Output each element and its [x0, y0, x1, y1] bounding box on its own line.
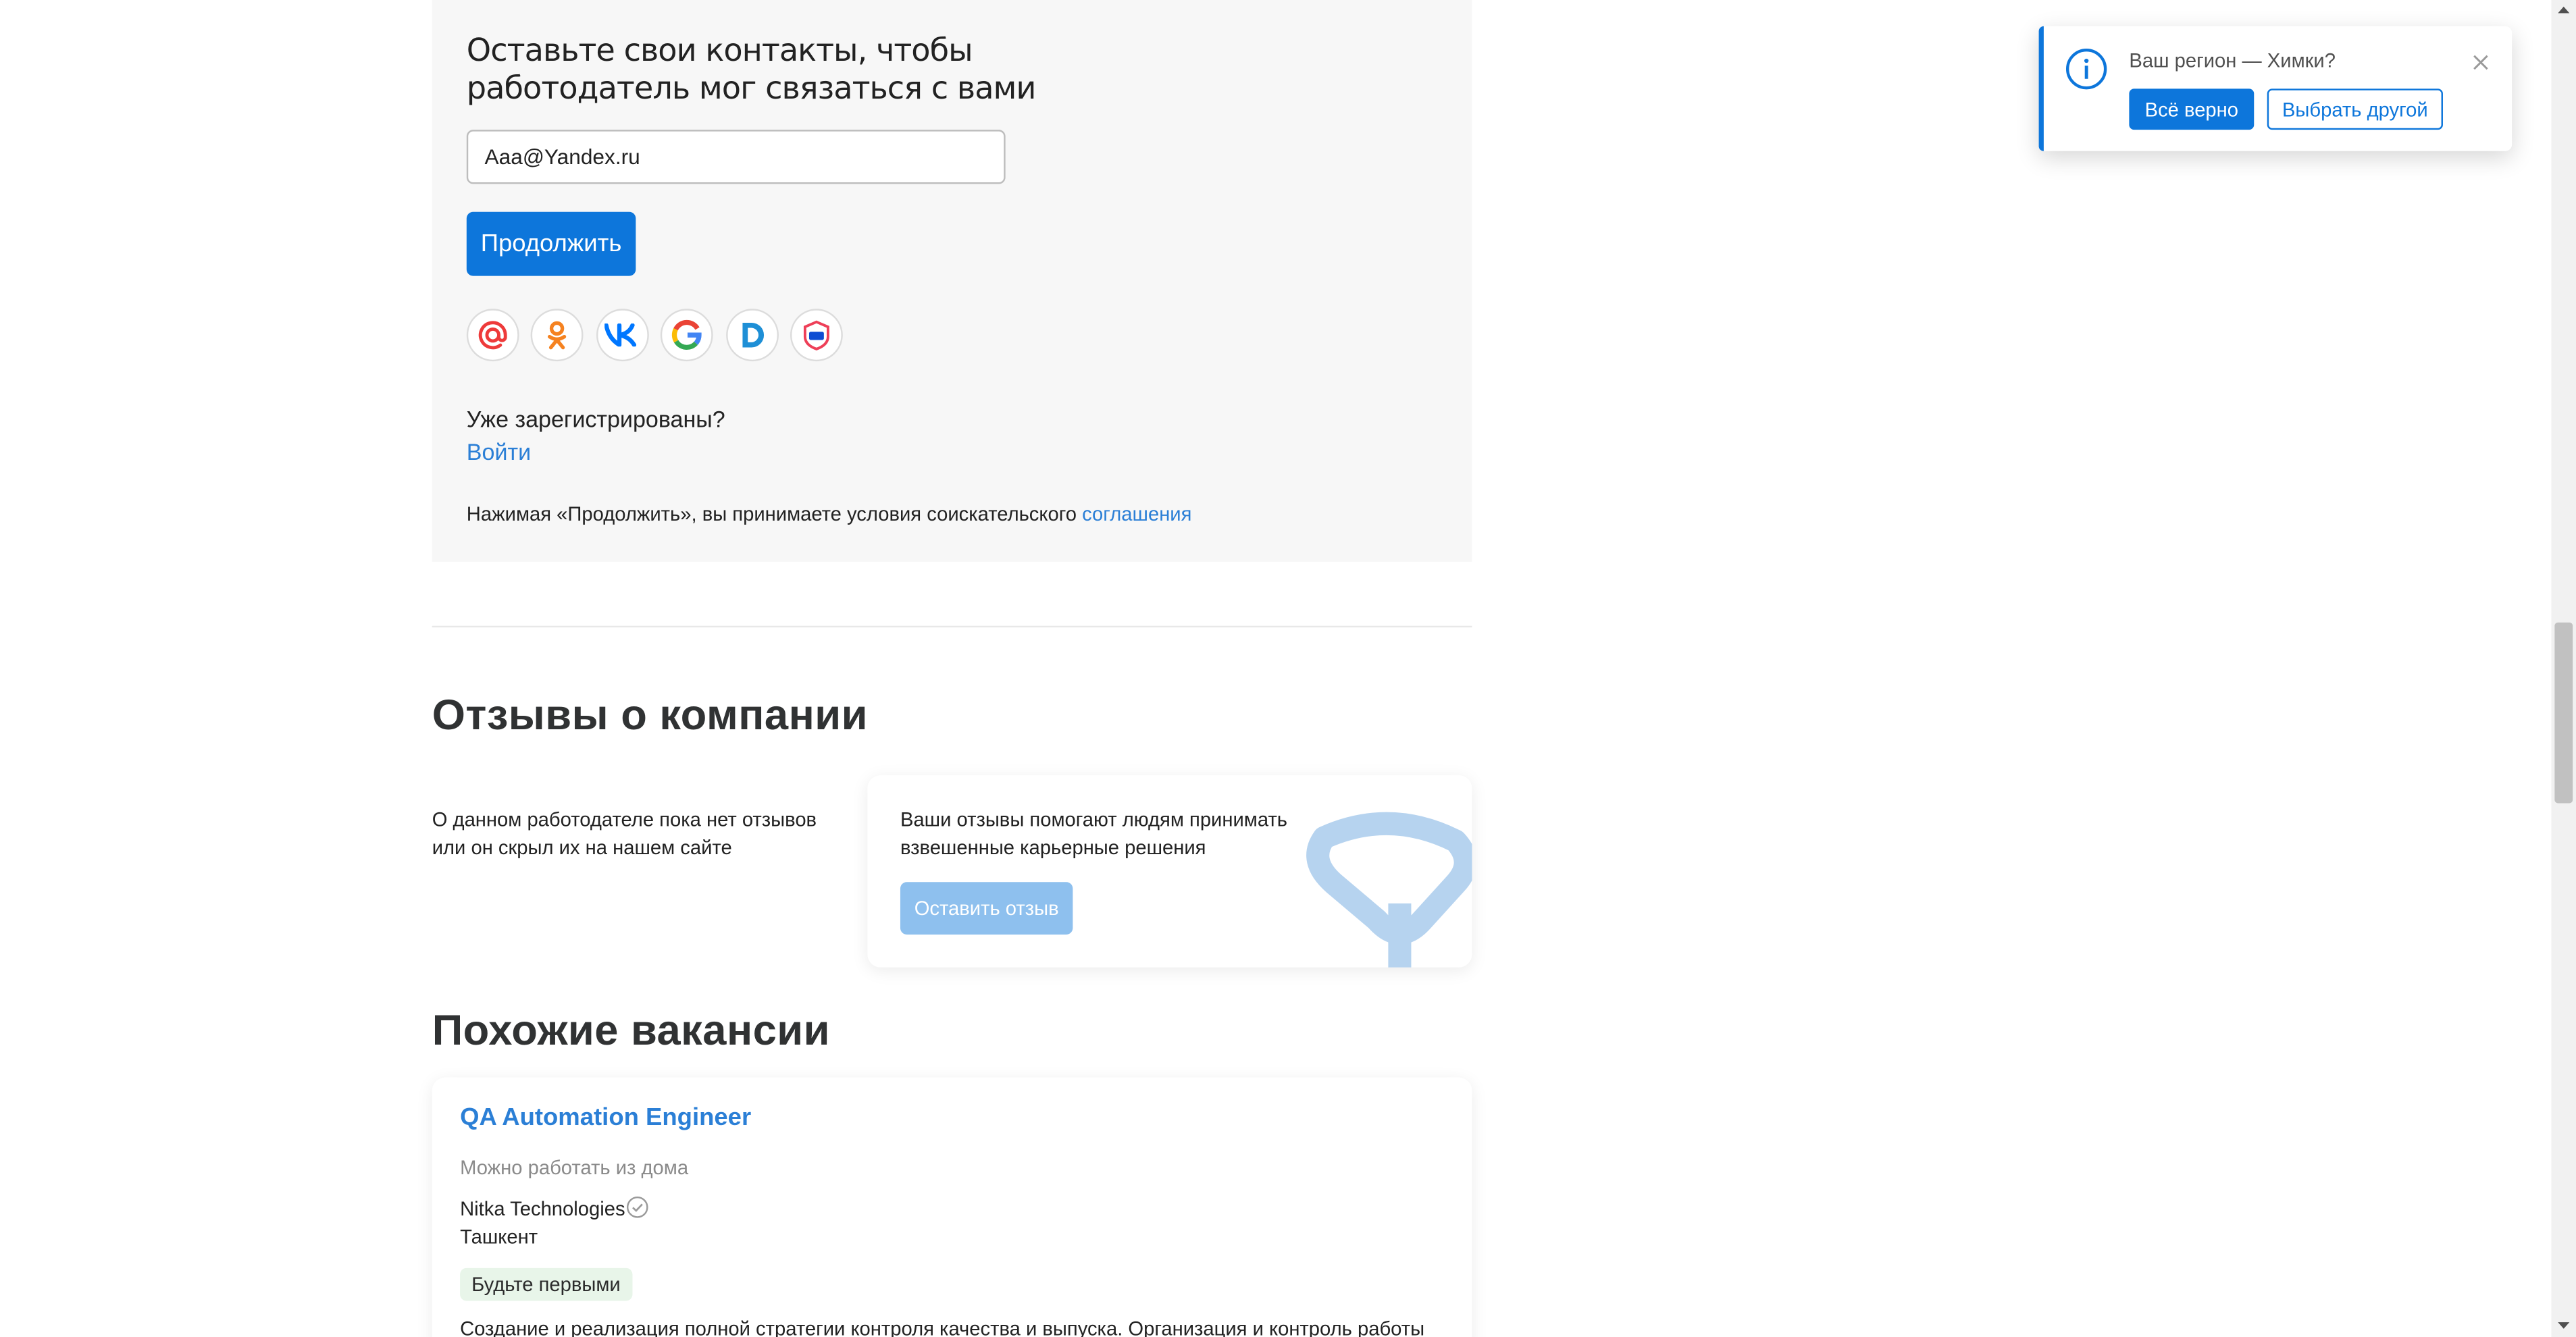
- similar-vacancies-title: Похожие вакансии: [432, 1005, 831, 1055]
- continue-button[interactable]: Продолжить: [466, 211, 636, 276]
- google-login-button[interactable]: [660, 309, 713, 362]
- mailru-login-button[interactable]: [466, 309, 519, 362]
- no-reviews-text: О данном работодателе пока нет отзывов и…: [432, 808, 817, 858]
- review-decoration-icon: [1306, 812, 1472, 968]
- agreement-note: Нажимая «Продолжить», вы принимаете усло…: [467, 502, 1192, 525]
- mailru-icon: [478, 321, 507, 350]
- google-icon: [671, 319, 702, 350]
- vacancy-title-link[interactable]: QA Automation Engineer: [460, 1104, 751, 1132]
- company-name-link[interactable]: Nitka Technologies: [460, 1197, 625, 1220]
- d-icon: [742, 322, 765, 348]
- remote-work-label: Можно работать из дома: [460, 1156, 689, 1180]
- section-divider: [432, 625, 1472, 628]
- vacancy-city: Ташкент: [460, 1225, 538, 1249]
- verified-check-icon: [626, 1197, 648, 1218]
- odnoklassniki-icon: [547, 321, 567, 350]
- email-field[interactable]: [466, 130, 1006, 184]
- already-registered-text: Уже зарегистрированы?: [466, 405, 725, 432]
- region-choose-other-button[interactable]: Выбрать другой: [2267, 88, 2443, 130]
- agreement-text: Нажимая «Продолжить», вы принимаете усло…: [466, 502, 1077, 526]
- scroll-up-arrow-icon[interactable]: [2554, 1, 2573, 18]
- vacancy-description: Создание и реализация полной стратегии к…: [460, 1317, 1425, 1337]
- region-question: Ваш регион — Химки?: [2129, 49, 2336, 73]
- odnoklassniki-login-button[interactable]: [530, 309, 584, 362]
- d-login-button[interactable]: [726, 309, 779, 362]
- region-popup-accent: [2038, 26, 2044, 151]
- reviews-title: Отзывы о компании: [432, 689, 868, 739]
- be-first-badge: Будьте первыми: [460, 1267, 632, 1301]
- scroll-down-arrow-icon[interactable]: [2554, 1317, 2573, 1334]
- gosuslugi-icon: [803, 320, 829, 350]
- scrollbar-thumb[interactable]: [2554, 622, 2573, 804]
- gosuslugi-login-button[interactable]: [790, 309, 843, 362]
- review-promo-card: [867, 775, 1472, 968]
- agreement-link[interactable]: соглашения: [1082, 502, 1191, 525]
- contact-form-heading: Оставьте свои контакты, чтобы работодате…: [466, 32, 1037, 107]
- login-link[interactable]: Войти: [467, 438, 531, 465]
- review-card-text: Ваши отзывы помогают людям принимать взв…: [900, 808, 1288, 858]
- info-icon: [2065, 48, 2107, 90]
- close-icon[interactable]: [2469, 51, 2492, 74]
- leave-review-button[interactable]: Оставить отзыв: [900, 882, 1073, 935]
- page: Оставьте свои контакты, чтобы работодате…: [0, 0, 2576, 1337]
- vk-login-button[interactable]: [596, 309, 649, 362]
- vk-icon: [604, 323, 637, 347]
- region-confirm-button[interactable]: Всё верно: [2129, 88, 2255, 130]
